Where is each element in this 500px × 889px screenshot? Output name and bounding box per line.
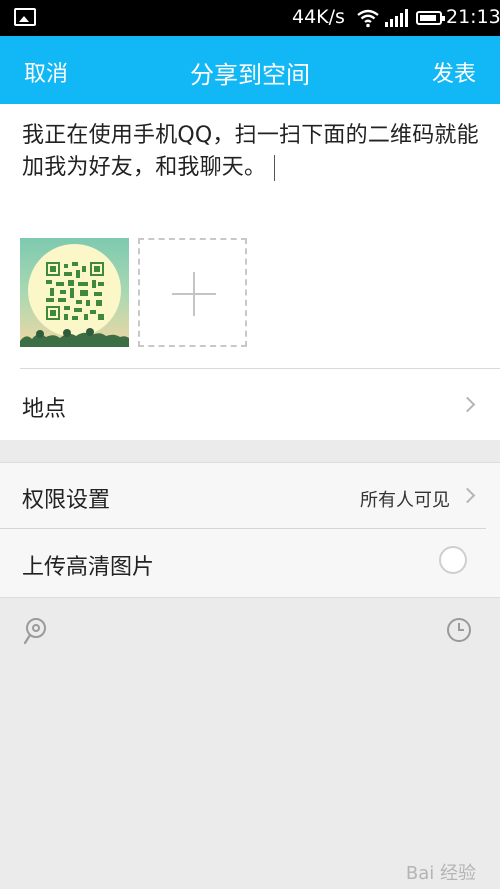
baidu-watermark-logo: Bai 经验: [406, 859, 476, 885]
hd-upload-toggle[interactable]: [439, 546, 467, 574]
settings-section: 权限设置 所有人可见 上传高清图片: [0, 462, 500, 598]
watermark-text: Bai 经验: [405, 863, 476, 884]
location-pin-icon[interactable]: [22, 617, 48, 645]
wifi-icon: [357, 9, 379, 28]
gallery-icon: [14, 8, 36, 26]
status-clock: 21:13: [446, 6, 500, 28]
page-title: 分享到空间: [190, 61, 310, 89]
qr-code-icon: [46, 262, 104, 320]
permission-value: 所有人可见: [360, 490, 450, 511]
permission-label: 权限设置: [22, 488, 111, 513]
clock-icon[interactable]: [446, 617, 472, 643]
permission-settings-row[interactable]: 权限设置 所有人可见: [0, 463, 500, 529]
trees-silhouette: [20, 328, 129, 347]
hd-upload-label: 上传高清图片: [22, 555, 155, 580]
title-bar: 取消 分享到空间 发表: [0, 36, 500, 104]
attached-image-thumbnail[interactable]: [20, 238, 129, 347]
message-text: 我正在使用手机QQ，扫一扫下面的二维码就能加我为好友，和我聊天。: [22, 123, 479, 180]
plus-icon-vertical: [193, 272, 195, 316]
status-bar: 44K/s 21:13: [0, 0, 500, 36]
location-label: 地点: [22, 397, 67, 422]
add-photo-button[interactable]: [138, 238, 247, 347]
bottom-toolbar: [0, 599, 500, 889]
chevron-right-icon: [459, 487, 476, 504]
message-input[interactable]: 我正在使用手机QQ，扫一扫下面的二维码就能加我为好友，和我聊天。: [22, 120, 490, 184]
hd-upload-row[interactable]: 上传高清图片: [0, 529, 500, 598]
publish-button[interactable]: 发表: [432, 56, 476, 88]
signal-icon: [385, 9, 408, 27]
text-caret: [274, 155, 276, 181]
location-row[interactable]: 地点: [0, 369, 500, 439]
network-speed: 44K/s: [292, 6, 345, 28]
compose-area: 我正在使用手机QQ，扫一扫下面的二维码就能加我为好友，和我聊天。 地点: [0, 104, 500, 440]
battery-icon: [416, 11, 445, 25]
chevron-right-icon: [459, 396, 476, 413]
